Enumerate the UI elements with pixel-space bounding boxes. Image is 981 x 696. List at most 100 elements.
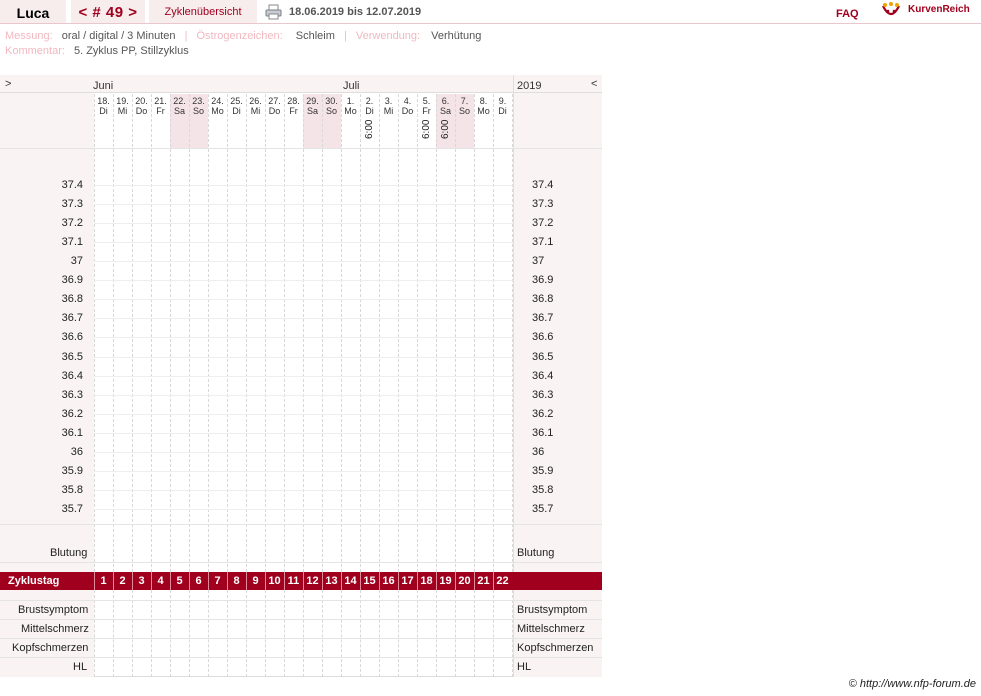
temperature-label-right: 36.4 [532, 370, 554, 382]
kurvenreich-logo-icon[interactable] [881, 2, 901, 20]
prev-cycle-arrow[interactable]: > [5, 78, 11, 90]
grid-hline [94, 280, 513, 281]
cycle-day-cell[interactable]: 20 [455, 572, 473, 590]
grid-vline [303, 590, 304, 677]
divider [513, 75, 514, 93]
cycle-day-cell[interactable]: 13 [322, 572, 340, 590]
measurement-info: Messung: oral / digital / 3 Minuten | Ös… [5, 30, 481, 42]
day-header[interactable]: 26. Mi [246, 94, 265, 148]
day-number: 24. [211, 96, 224, 106]
grid-vline [436, 590, 437, 677]
cycle-day-cell[interactable]: 22 [493, 572, 511, 590]
day-header[interactable]: 20. Do [132, 94, 151, 148]
messung-label: Messung: [5, 30, 53, 42]
grid-vline [417, 590, 418, 677]
grid-vline [113, 590, 114, 677]
grid-vline [246, 94, 247, 572]
day-number: 19. [116, 96, 129, 106]
logo-text[interactable]: KurvenReich [908, 4, 970, 15]
temperature-label: 36.8 [61, 293, 83, 305]
temperature-label: 37.3 [61, 198, 83, 210]
cycle-day-cell[interactable]: 12 [303, 572, 321, 590]
day-header[interactable]: 19. Mi [113, 94, 132, 148]
temperature-label-right: 36.3 [532, 389, 554, 401]
cycle-day-cell[interactable]: 8 [227, 572, 245, 590]
mittelschmerz-label-right: Mittelschmerz [517, 623, 585, 635]
day-number: 29. [306, 96, 319, 106]
cycle-day-cell[interactable]: 9 [246, 572, 264, 590]
faq-link[interactable]: FAQ [836, 8, 859, 20]
cycle-day-cell[interactable]: 15 [360, 572, 378, 590]
day-header[interactable]: 22. Sa [170, 94, 189, 148]
separator: | [184, 30, 188, 42]
grid-vline [493, 94, 494, 572]
grid-vline [227, 94, 228, 572]
cycle-day-cell[interactable]: 18 [417, 572, 435, 590]
cycle-day-cell[interactable]: 10 [265, 572, 283, 590]
day-header[interactable]: 28. Fr [284, 94, 303, 148]
day-header[interactable]: 8. Mo [474, 94, 493, 148]
cycle-day-cell[interactable]: 16 [379, 572, 397, 590]
weekday: Di [365, 106, 374, 116]
next-cycle-arrow[interactable]: < [591, 78, 597, 90]
day-header[interactable]: 9. Di [493, 94, 512, 148]
section-divider [0, 638, 602, 639]
measurement-time: 6:00 [364, 119, 375, 139]
temperature-label: 37 [70, 255, 83, 267]
day-number: 4. [403, 96, 412, 106]
grid-vline [455, 590, 456, 677]
cycle-day-cell[interactable]: 19 [436, 572, 454, 590]
day-header[interactable]: 30. So [322, 94, 341, 148]
day-number: 2. [365, 96, 374, 106]
cycle-overview-link[interactable]: Zyklenübersicht [149, 0, 257, 23]
day-header[interactable]: 7. So [455, 94, 474, 148]
day-header[interactable]: 29. Sa [303, 94, 322, 148]
day-header[interactable]: 21. Fr [151, 94, 170, 148]
day-number: 26. [249, 96, 262, 106]
day-header[interactable]: 4. Do [398, 94, 417, 148]
grid-hline [94, 395, 513, 396]
day-header[interactable]: 18. Di [94, 94, 113, 148]
day-number: 6. [441, 96, 450, 106]
separator: | [343, 30, 347, 42]
print-icon[interactable] [265, 4, 282, 20]
cycle-day-cell[interactable]: 1 [94, 572, 112, 590]
grid-hline [94, 223, 513, 224]
cycle-navigator[interactable]: < # 49 > [71, 0, 145, 23]
grid-hline [94, 509, 513, 510]
temperature-label-right: 37.1 [532, 236, 554, 248]
cycle-day-cell[interactable]: 14 [341, 572, 359, 590]
day-header[interactable]: 27. Do [265, 94, 284, 148]
day-header[interactable]: 25. Di [227, 94, 246, 148]
weekday: Sa [439, 106, 451, 116]
cycle-day-cell[interactable]: 7 [208, 572, 226, 590]
day-header[interactable]: 23. So [189, 94, 208, 148]
day-number: 9. [498, 96, 507, 106]
cycle-day-cell[interactable]: 21 [474, 572, 492, 590]
grid-hline [94, 414, 513, 415]
day-header[interactable]: 24. Mo [208, 94, 227, 148]
cycle-day-cell[interactable]: 11 [284, 572, 302, 590]
day-header[interactable]: 1. Mo [341, 94, 360, 148]
copyright: © http://www.nfp-forum.de [848, 678, 976, 690]
date-range: 18.06.2019 bis 12.07.2019 [289, 6, 422, 18]
cycle-day-cell[interactable]: 2 [113, 572, 131, 590]
temperature-label: 36.2 [61, 408, 83, 420]
cycle-day-cell[interactable]: 5 [170, 572, 188, 590]
cycle-day-cell[interactable]: 6 [189, 572, 207, 590]
cycle-day-cell[interactable]: 17 [398, 572, 416, 590]
day-header[interactable]: 3. Mi [379, 94, 398, 148]
grid-vline [208, 590, 209, 677]
grid-vline [512, 94, 513, 572]
grid-hline [94, 471, 513, 472]
section-divider [0, 657, 602, 658]
cycle-day-cell[interactable]: 3 [132, 572, 150, 590]
hl-label: HL [73, 661, 88, 673]
grid-vline [474, 94, 475, 572]
day-number: 1. [346, 96, 355, 106]
cycle-day-cell[interactable]: 4 [151, 572, 169, 590]
grid-vline [436, 94, 437, 572]
day-number: 3. [384, 96, 393, 106]
grid-hline [94, 337, 513, 338]
grid-hline [94, 452, 513, 453]
